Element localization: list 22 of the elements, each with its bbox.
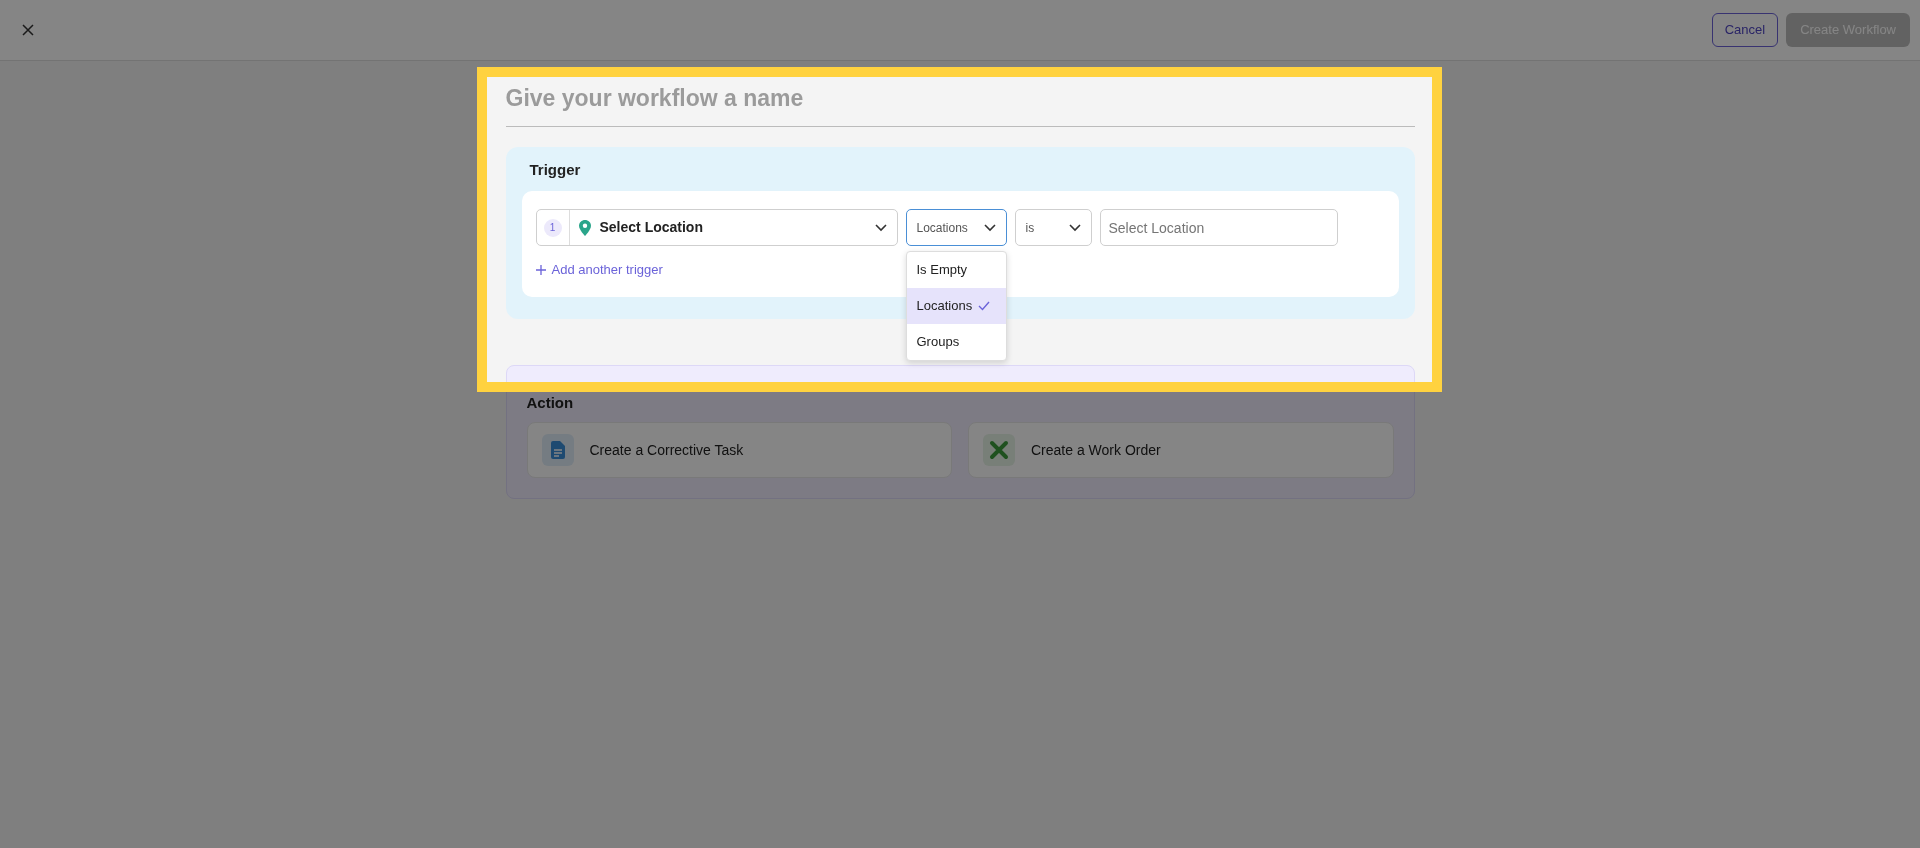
select-label: Select Location	[599, 218, 704, 237]
check-icon	[978, 301, 991, 311]
section-title: Trigger	[529, 159, 582, 180]
menu-item[interactable]: Groups	[906, 324, 1006, 360]
step-number: 1	[543, 218, 562, 237]
add-trigger-link[interactable]: Add another trigger	[535, 260, 663, 280]
menu-item[interactable]: Locations	[906, 288, 1006, 324]
chevron-icon	[1068, 223, 1081, 232]
select-value: Locations	[916, 219, 969, 237]
menu-item[interactable]: Is Empty	[906, 252, 1006, 288]
plus-icon	[535, 264, 546, 275]
type-select[interactable]: Locations	[905, 209, 1007, 246]
value-field[interactable]: Select Location	[1099, 209, 1338, 246]
pin-icon	[578, 219, 591, 236]
field-select[interactable]: 1 Select Location	[535, 209, 898, 246]
chevron-icon	[874, 223, 887, 232]
action-label: Create a Corrective Task	[589, 440, 744, 460]
action-label: Create a Work Order	[1031, 440, 1161, 460]
section-title: Action	[526, 392, 575, 413]
operator-select[interactable]: is	[1014, 209, 1092, 246]
chevron-icon	[983, 223, 996, 232]
select-value: is	[1025, 219, 1036, 237]
